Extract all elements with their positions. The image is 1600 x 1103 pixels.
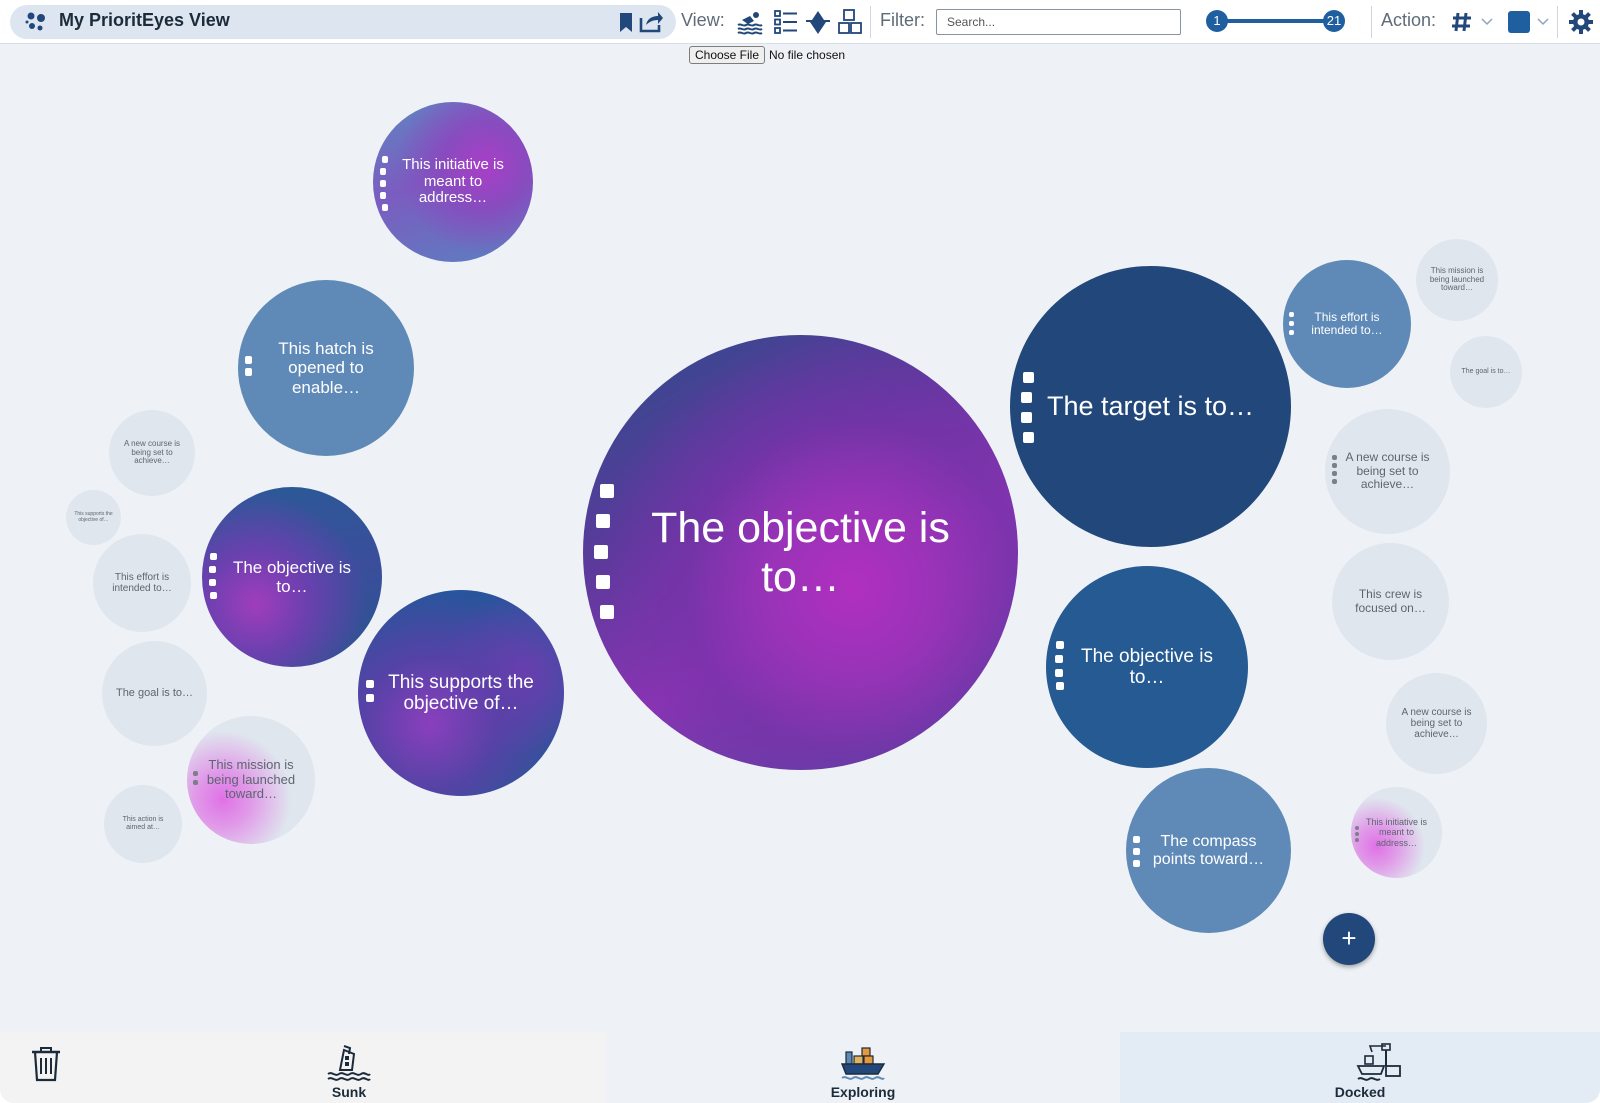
bubble-objective-right[interactable]: The objective is to… bbox=[1046, 566, 1248, 768]
trash-icon[interactable] bbox=[29, 1044, 63, 1084]
bubble-goal-far-right[interactable]: The goal is to… bbox=[1450, 336, 1522, 408]
drag-handle[interactable] bbox=[365, 680, 377, 704]
bubble-effort-left[interactable]: This effort is intended to… bbox=[93, 534, 191, 632]
bubble-course-left[interactable]: A new course is being set to achieve… bbox=[109, 410, 195, 496]
bubble-label: This effort is intended to… bbox=[112, 571, 172, 594]
zone-label: Docked bbox=[1334, 1084, 1386, 1100]
bubble-label: This action is aimed at… bbox=[122, 816, 164, 831]
toolbar-divider bbox=[870, 6, 871, 38]
bubble-label: The goal is to… bbox=[115, 687, 194, 700]
bubble-hatch[interactable]: This hatch is opened to enable… bbox=[238, 280, 414, 456]
bubble-objective-left[interactable]: The objective is to… bbox=[202, 487, 382, 667]
bubble-label: This initiative is meant to address… bbox=[402, 155, 504, 207]
choose-file-button[interactable]: Choose File bbox=[689, 46, 765, 64]
drag-handle[interactable] bbox=[208, 553, 220, 599]
bubble-label: The objective is to… bbox=[651, 504, 950, 601]
cargo-ship-icon bbox=[840, 1047, 886, 1080]
top-toolbar: My PrioritEyes View View: Filter: Search… bbox=[0, 0, 1600, 44]
bubble-objective-center[interactable]: The objective is to… bbox=[583, 335, 1018, 770]
drag-handle[interactable] bbox=[594, 484, 616, 624]
chevron-down-icon[interactable] bbox=[1536, 14, 1550, 28]
bubble-label: This supports the objective of… bbox=[74, 510, 113, 523]
bubble-label: The compass points toward… bbox=[1152, 832, 1265, 868]
bubble-label: This hatch is opened to enable… bbox=[278, 339, 374, 397]
zone-label: Exploring bbox=[830, 1084, 896, 1100]
page-title: My PrioritEyes View bbox=[59, 10, 230, 30]
share-icon[interactable] bbox=[638, 10, 664, 34]
drag-handle[interactable] bbox=[1354, 826, 1360, 842]
add-bubble-button[interactable]: + bbox=[1323, 913, 1375, 965]
iceberg-icon[interactable] bbox=[804, 8, 832, 36]
trash-zone[interactable] bbox=[0, 1032, 92, 1103]
swimmers-icon[interactable] bbox=[736, 8, 764, 36]
bubble-course-far-right[interactable]: A new course is being set to achieve… bbox=[1386, 673, 1487, 774]
filter-label: Filter: bbox=[880, 10, 925, 30]
drag-handle[interactable] bbox=[1132, 836, 1142, 870]
drag-handle[interactable] bbox=[380, 156, 390, 212]
sinking-ship-icon bbox=[327, 1045, 371, 1081]
search-input[interactable] bbox=[936, 9, 1181, 35]
bubble-label: The target is to… bbox=[1046, 391, 1255, 422]
file-status: No file chosen bbox=[769, 48, 846, 62]
bubble-effort-right[interactable]: This effort is intended to… bbox=[1283, 260, 1411, 388]
drag-handle[interactable] bbox=[1331, 455, 1339, 485]
bubble-label: A new course is being set to achieve… bbox=[1345, 450, 1430, 492]
zone-exploring[interactable]: Exploring bbox=[606, 1032, 1120, 1103]
zone-label: Sunk bbox=[331, 1084, 367, 1100]
bookmark-icon[interactable] bbox=[614, 10, 638, 34]
action-label: Action: bbox=[1381, 10, 1437, 30]
bubble-label: A new course is being set to achieve… bbox=[1401, 706, 1472, 741]
blocks-icon[interactable] bbox=[836, 8, 864, 36]
status-zones-bar: Sunk Exploring Docked bbox=[0, 1032, 1600, 1103]
drag-handle[interactable] bbox=[1020, 372, 1036, 444]
app-window: My PrioritEyes View View: Filter: Search… bbox=[0, 0, 1600, 1103]
bubble-mission-far-right[interactable]: This mission is being launched toward… bbox=[1416, 239, 1498, 321]
bubble-crew[interactable]: This crew is focused on… bbox=[1332, 543, 1449, 660]
bubble-label: The objective is to… bbox=[1080, 645, 1213, 688]
drag-handle[interactable] bbox=[244, 356, 254, 378]
view-label: View: bbox=[681, 10, 725, 30]
drag-handle[interactable] bbox=[1054, 641, 1066, 691]
bubble-label: The goal is to… bbox=[1461, 368, 1511, 376]
chevron-down-icon[interactable] bbox=[1480, 14, 1494, 28]
bubble-label: This initiative is meant to address… bbox=[1365, 817, 1428, 848]
bubble-label: This effort is intended to… bbox=[1311, 309, 1383, 337]
bubble-compass[interactable]: The compass points toward… bbox=[1126, 768, 1291, 933]
docked-ship-icon bbox=[1356, 1043, 1401, 1081]
bubble-goal-left[interactable]: The goal is to… bbox=[102, 641, 207, 746]
bubble-label: A new course is being set to achieve… bbox=[123, 438, 181, 466]
bubble-label: The objective is to… bbox=[232, 557, 352, 596]
bubble-initiative[interactable]: This initiative is meant to address… bbox=[373, 102, 533, 262]
bubble-label: This mission is being launched toward… bbox=[206, 757, 296, 802]
range-slider-max-handle[interactable]: 21 bbox=[1323, 10, 1345, 32]
gear-icon[interactable] bbox=[1568, 9, 1594, 35]
range-slider-min-handle[interactable]: 1 bbox=[1206, 10, 1228, 32]
bubble-initiative-pink[interactable]: This initiative is meant to address… bbox=[1351, 787, 1442, 878]
bubble-action[interactable]: This action is aimed at… bbox=[104, 785, 182, 863]
toolbar-divider bbox=[1371, 6, 1372, 38]
bubble-supports-tiny[interactable]: This supports the objective of… bbox=[66, 490, 121, 545]
drag-handle[interactable] bbox=[192, 771, 200, 789]
zone-sunk[interactable]: Sunk bbox=[92, 1032, 606, 1103]
bubble-label: This mission is being launched toward… bbox=[1429, 265, 1485, 293]
toolbar-divider bbox=[1557, 6, 1558, 38]
app-logo-icon bbox=[25, 12, 45, 31]
hash-icon[interactable] bbox=[1451, 11, 1473, 33]
bubble-label: This supports the objective of… bbox=[388, 671, 534, 714]
zone-docked[interactable]: Docked bbox=[1120, 1032, 1600, 1103]
color-swatch[interactable] bbox=[1508, 11, 1530, 33]
bubble-course-right[interactable]: A new course is being set to achieve… bbox=[1325, 409, 1450, 534]
bubble-mission-pink[interactable]: This mission is being launched toward… bbox=[187, 716, 315, 844]
bubble-label: This crew is focused on… bbox=[1355, 587, 1426, 615]
range-slider-track[interactable] bbox=[1216, 19, 1334, 23]
bubble-supports[interactable]: This supports the objective of… bbox=[358, 590, 564, 796]
bubble-target[interactable]: The target is to… bbox=[1010, 266, 1291, 547]
list-icon[interactable] bbox=[772, 8, 800, 36]
drag-handle[interactable] bbox=[1288, 312, 1296, 338]
